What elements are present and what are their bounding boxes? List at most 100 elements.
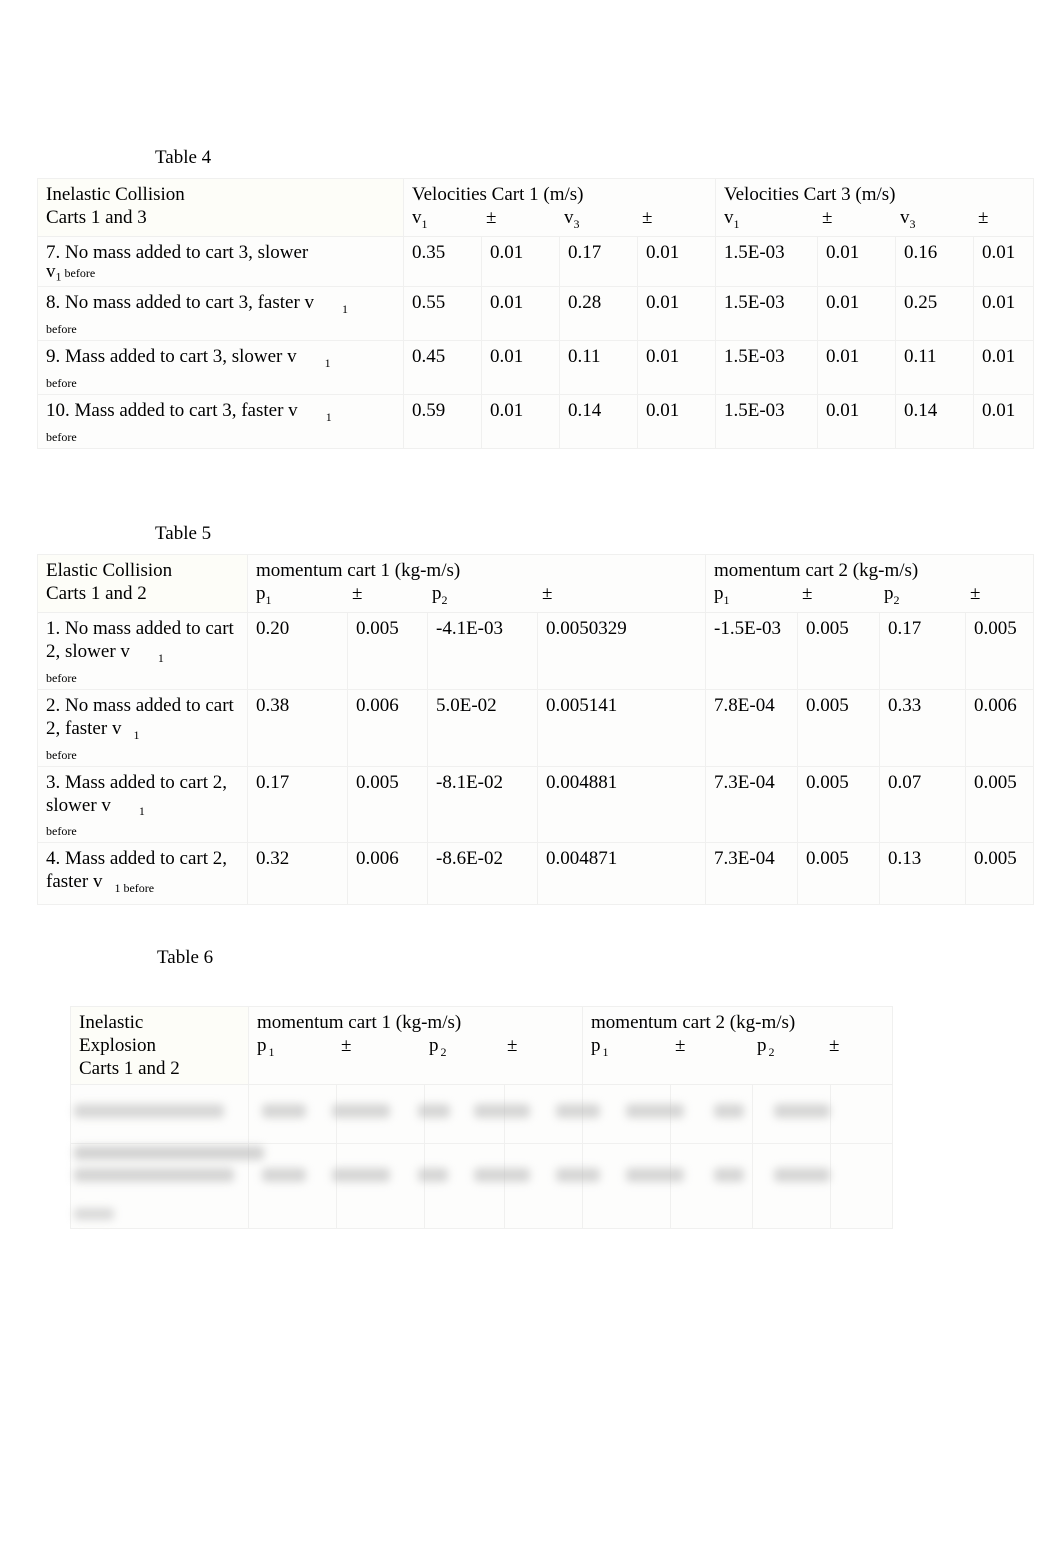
table-5-row-0-label-sub: 1 — [157, 650, 164, 665]
table-5-corner-line-1: Elastic Collision — [46, 560, 173, 581]
table-4-cell: 0.01 — [637, 286, 716, 342]
table-4-row-2-label-sub: 1 — [324, 355, 331, 370]
table-5-row-2-label-sub: 1 — [138, 804, 145, 819]
table-4-cell: 0.01 — [973, 393, 1034, 449]
table-6-group-header-cart2: momentum cart 2 (kg-m/s) p1 ± p2 ± — [582, 1006, 894, 1085]
table-5-row-1-label-sub: 1 — [133, 727, 140, 742]
table-5-cell: 0.004881 — [536, 765, 707, 844]
table-5-cell: 0.005141 — [536, 688, 707, 767]
table-4-cell: 0.25 — [895, 286, 974, 342]
table-4-row-0-label-secondline: v1 before — [46, 261, 96, 284]
table-4-cell: 0.01 — [817, 286, 896, 342]
table-5-row-0-label: 1. No mass added to cart 2, slower v1 be… — [37, 612, 248, 690]
table-5-cell: 0.17 — [879, 612, 967, 690]
table-4-cell: 0.01 — [817, 340, 896, 395]
table-5-container: Elastic Collision Carts 1 and 2 momentum… — [37, 554, 1035, 906]
table-5-cell: 0.20 — [247, 612, 348, 690]
table-row: 1. No mass added to cart 2, slower v1 be… — [37, 612, 1035, 690]
table-4-cell: 0.01 — [481, 340, 560, 395]
table-5-cell: 7.3E-04 — [705, 842, 799, 906]
table-5-cell: 0.006 — [347, 842, 428, 906]
table-5-cell: -1.5E-03 — [705, 612, 799, 690]
table-row: 10. Mass added to cart 3, faster v 1 befo… — [37, 393, 1034, 449]
table-4-corner-line-2: Carts 1 and 3 — [46, 207, 147, 228]
table-6-illegible-body-overlay — [74, 1098, 890, 1220]
table-row: 9. Mass added to cart 3, slower v 1 befor… — [37, 340, 1034, 395]
table-4-row-3-label-main: 10. Mass added to cart 3, faster v — [46, 399, 298, 421]
table-5-cell: 7.8E-04 — [705, 688, 799, 767]
table-4-group-header-cart3-label: Velocities Cart 3 (m/s) — [724, 184, 896, 205]
table-5-row-2-label-before: before — [46, 824, 77, 839]
table-4-header-row: Inelastic Collision Carts 1 and 3 Veloci… — [37, 178, 1034, 237]
table-4-row-1-label-sub: 1 — [342, 302, 349, 317]
table-5-col-header-3: ± — [542, 583, 553, 604]
table-5-row-1-label: 2. No mass added to cart 2, faster v1 be… — [37, 688, 248, 767]
table-4-col-header-4: v1 — [724, 207, 740, 231]
table-4-cell: 0.01 — [973, 340, 1034, 395]
table-4-container: Inelastic Collision Carts 1 and 3 Veloci… — [37, 178, 1034, 449]
table-5-row-0-label-before: before — [46, 670, 77, 685]
table-5-cell: 0.005 — [965, 765, 1035, 844]
document-page: Table 4 Inelastic Collision Carts 1 and … — [0, 0, 1062, 1561]
table-5-cell: 0.13 — [879, 842, 967, 906]
table-4-cell: 0.14 — [559, 393, 638, 449]
table-5-cell: 0.005 — [347, 612, 428, 690]
table-4-row-2-label-main: 9. Mass added to cart 3, slower v — [46, 346, 297, 368]
table-row: 7. No mass added to cart 3, slower v1 be… — [37, 235, 1034, 288]
table-5-cell: 0.005 — [965, 842, 1035, 906]
table-5-col-header-4: p1 — [714, 583, 730, 607]
table-4-corner-line-1: Inelastic Collision — [46, 184, 185, 205]
table-5-col-header-0: p1 — [256, 583, 272, 607]
table-4-col-header-0: v1 — [412, 207, 428, 231]
table-4-row-3-label-before: before — [46, 429, 77, 444]
table-5-cell: -8.6E-02 — [427, 842, 538, 906]
table-4-cell: 0.45 — [403, 340, 482, 395]
table-4-cell: 0.01 — [481, 235, 560, 288]
table-5-caption: Table 5 — [155, 523, 212, 544]
table-5-col-header-6: p2 — [884, 583, 900, 607]
table-6-col-header-2: p2 — [429, 1035, 447, 1059]
table-5-row-3-label-sub: 1 before — [114, 881, 155, 896]
table-row: 4. Mass added to cart 2, faster v1 befor… — [37, 842, 1035, 906]
table-5-cell: 0.004871 — [536, 842, 707, 906]
table-4: Inelastic Collision Carts 1 and 3 Veloci… — [37, 178, 1034, 449]
table-5-row-1-label-main: 2. No mass added to cart 2, faster v — [46, 694, 234, 739]
table-4-group-header-cart1: Velocities Cart 1 (m/s) v1 ± v3 ± — [403, 178, 716, 237]
table-6-group-header-cart1-label: momentum cart 1 (kg-m/s) — [257, 1012, 462, 1033]
table-5-cell: 0.005 — [797, 612, 881, 690]
table-5-cell: 0.005 — [797, 842, 881, 906]
table-6-corner-line-2: Explosion — [79, 1035, 157, 1056]
table-5-col-header-1: ± — [352, 583, 363, 604]
table-5-cell: 5.0E-02 — [427, 688, 538, 767]
table-4-cell: 0.59 — [403, 393, 482, 449]
table-5-cell: 0.0050329 — [536, 612, 707, 690]
table-4-cell: 0.35 — [403, 235, 482, 288]
table-6-corner-line-1: Inelastic — [79, 1012, 144, 1033]
table-5-group-header-cart2: momentum cart 2 (kg-m/s) p1 ± p2 ± — [705, 554, 1035, 613]
table-4-cell: 0.55 — [403, 286, 482, 342]
table-4-cell: 0.01 — [637, 393, 716, 449]
table-5-cell: 0.33 — [879, 688, 967, 767]
table-5-cell: 0.005 — [347, 765, 428, 844]
table-6-col-header-5: ± — [675, 1035, 686, 1056]
table-5-cell: 0.005 — [797, 765, 881, 844]
table-row: 3. Mass added to cart 2, slower v1 befor… — [37, 765, 1035, 844]
table-5-cell: 0.005 — [797, 688, 881, 767]
table-5-cell: 0.32 — [247, 842, 348, 906]
table-5-col-header-7: ± — [970, 583, 981, 604]
table-4-cell: 1.5E-03 — [715, 235, 818, 288]
table-4-group-header-cart3: Velocities Cart 3 (m/s) v1 ± v3 ± — [715, 178, 1034, 237]
table-4-cell: 0.17 — [559, 235, 638, 288]
table-5-cell: 0.38 — [247, 688, 348, 767]
table-4-col-header-2: v3 — [564, 207, 580, 231]
table-5-cell: 0.005 — [965, 612, 1035, 690]
table-4-cell: 1.5E-03 — [715, 393, 818, 449]
table-6-corner-line-3: Carts 1 and 2 — [79, 1058, 180, 1079]
table-4-caption: Table 4 — [155, 147, 212, 168]
table-5-cell: 0.006 — [347, 688, 428, 767]
table-5-cell: -8.1E-02 — [427, 765, 538, 844]
table-4-corner-label: Inelastic Collision Carts 1 and 3 — [37, 178, 404, 237]
table-4-group-header-cart1-label: Velocities Cart 1 (m/s) — [412, 184, 584, 205]
table-6-col-header-3: ± — [507, 1035, 518, 1056]
table-4-col-header-7: ± — [978, 207, 989, 228]
